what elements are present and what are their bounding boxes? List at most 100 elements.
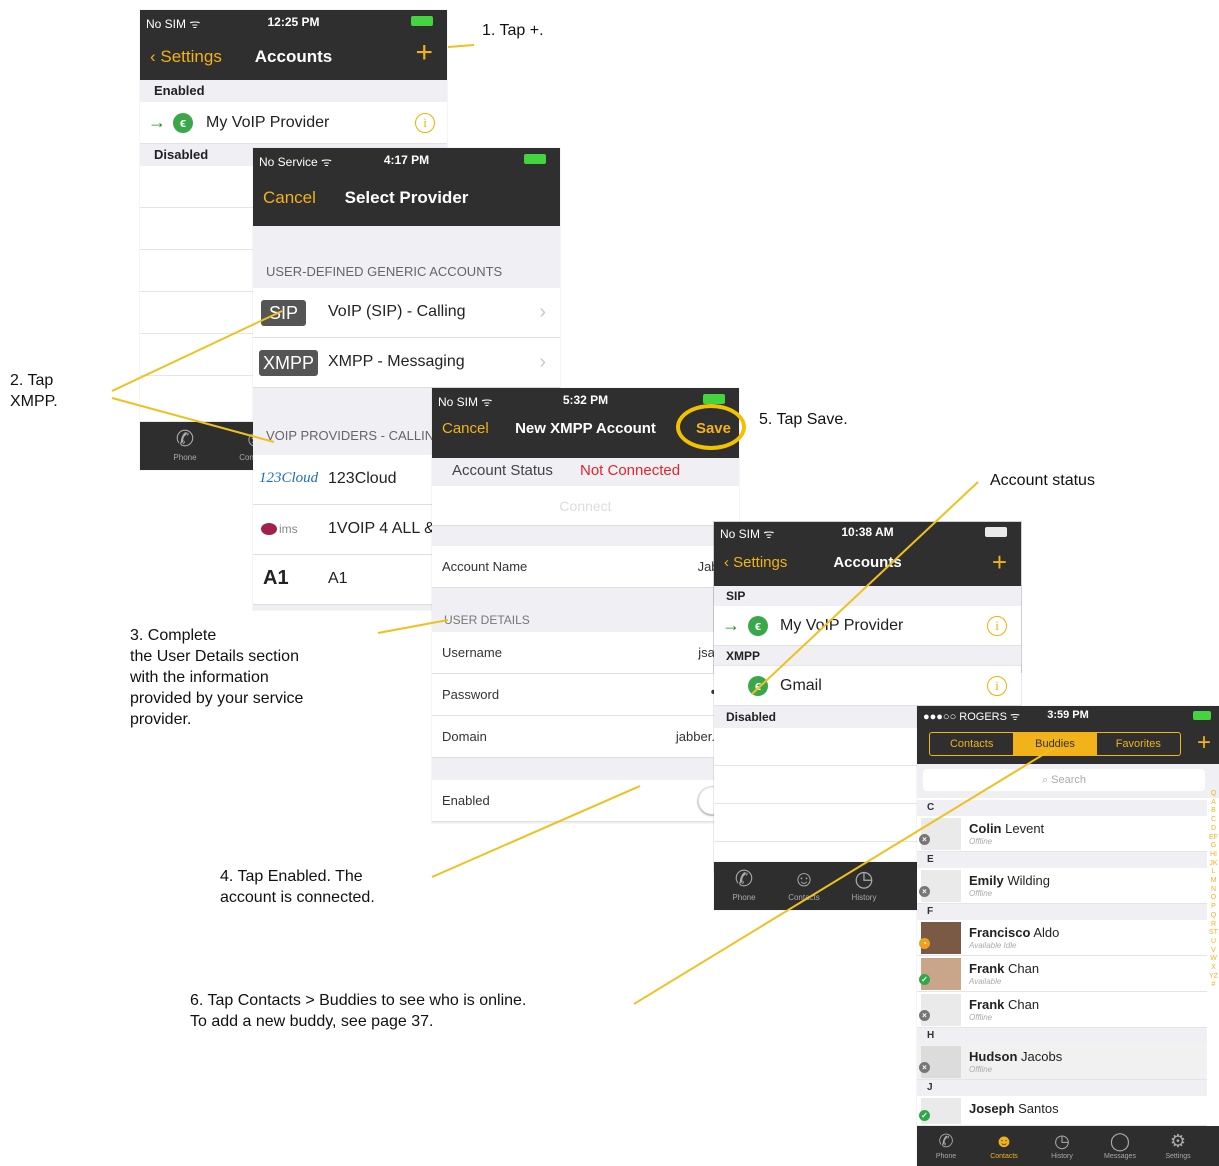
- buddy-row[interactable]: ✓ Joseph Santos: [917, 1096, 1207, 1126]
- account-name: My VoIP Provider: [206, 114, 330, 131]
- tab-phone[interactable]: ✆ Phone: [917, 1126, 975, 1166]
- buddy-row[interactable]: × Colin Levent Offline: [917, 816, 1207, 852]
- provider-logo-icon: [261, 523, 277, 535]
- callout-step6: 6. Tap Contacts > Buddies to see who is …: [190, 990, 526, 1032]
- page-title: Accounts: [833, 554, 902, 571]
- buddy-row[interactable]: ◔ Francisco Aldo Available Idle: [917, 920, 1207, 956]
- buddy-row[interactable]: × Hudson Jacobs Offline: [917, 1044, 1207, 1080]
- add-buddy-button[interactable]: +: [1197, 728, 1211, 758]
- search-icon: ⌕: [1041, 774, 1052, 786]
- screen-buddies: ●●●○○ ROGERS ᯤ 3:59 PM Contacts Buddies …: [917, 706, 1219, 1166]
- callout-line: the User Details section: [130, 648, 299, 665]
- group-letter: F: [917, 904, 1207, 920]
- buddy-row[interactable]: × Frank Chan Offline: [917, 992, 1207, 1028]
- add-account-button[interactable]: +: [415, 38, 433, 68]
- connect-label: Connect: [559, 498, 612, 514]
- account-row-xmpp[interactable]: ϵ Gmail i: [714, 666, 1021, 706]
- provider-row-sip[interactable]: SIP VoIP (SIP) - Calling ›: [253, 288, 560, 338]
- field-label: Username: [442, 645, 502, 660]
- clock-icon: ◷: [854, 866, 874, 891]
- tab-phone[interactable]: ✆ Phone: [150, 422, 220, 470]
- battery-icon: [985, 527, 1007, 537]
- segment-favorites[interactable]: Favorites: [1097, 733, 1180, 755]
- clock: 10:38 AM: [841, 525, 894, 539]
- phone-icon: ✆: [938, 1131, 954, 1151]
- segment-contacts[interactable]: Contacts: [930, 733, 1013, 755]
- section-xmpp: XMPP: [714, 646, 1021, 666]
- buddy-row[interactable]: × Emily Wilding Offline: [917, 868, 1207, 904]
- gear-icon: ⚙: [1169, 1131, 1187, 1151]
- section-user-details: USER DETAILS: [444, 613, 530, 627]
- provider-row-xmpp[interactable]: XMPP XMPP - Messaging ›: [253, 338, 560, 388]
- buddy-name: Hudson Jacobs: [969, 1049, 1062, 1064]
- account-name-field[interactable]: Account Name Jabbe: [432, 546, 739, 588]
- screen-accounts-real[interactable]: No SIM ᯤ 10:38 AM ‹ Settings Accounts + …: [714, 522, 1021, 680]
- field-label: Account Name: [442, 559, 528, 574]
- last-name: Jacobs: [1021, 1049, 1063, 1064]
- tab-label: Settings: [1165, 1153, 1191, 1160]
- alphabet-index[interactable]: QABCDEFGHIJKLMNOPQRSTUVWXYZ#: [1209, 790, 1218, 990]
- nav-bar: Cancel Select Provider: [253, 170, 560, 226]
- first-name: Francisco: [969, 925, 1031, 940]
- first-name: Joseph: [969, 1101, 1015, 1116]
- buddy-name: Colin Levent: [969, 821, 1044, 836]
- search-input[interactable]: ⌕ Search: [923, 769, 1205, 791]
- first-name: Colin: [969, 821, 1002, 836]
- account-row-sip[interactable]: → ϵ My VoIP Provider i: [714, 606, 1021, 646]
- tab-label: Contacts: [788, 893, 820, 902]
- provider-logo: A1: [263, 567, 289, 589]
- tab-label: Phone: [173, 453, 197, 462]
- last-name: Levent: [1005, 821, 1045, 836]
- buddy-name: Francisco Aldo: [969, 925, 1059, 940]
- provider-label: VoIP (SIP) - Calling: [328, 303, 466, 320]
- provider-logo: 123Cloud: [259, 470, 319, 486]
- active-arrow-icon: →: [148, 112, 166, 132]
- phone-icon: ✆: [734, 866, 754, 891]
- available-icon: ✓: [919, 1110, 930, 1121]
- nav-bar: ‹ Settings Accounts +: [140, 32, 447, 80]
- account-row[interactable]: → ϵ My VoIP Provider i: [140, 102, 447, 144]
- info-icon[interactable]: i: [987, 676, 1007, 696]
- clock: 5:32 PM: [562, 393, 609, 407]
- tab-contacts[interactable]: ☺ Contacts: [774, 862, 834, 910]
- buddy-row[interactable]: ✓ Frank Chan Available: [917, 956, 1207, 992]
- callout-line: 3. Complete: [130, 627, 217, 644]
- field-label: Password: [442, 687, 500, 702]
- domain-field[interactable]: Domain jabber.cor: [432, 716, 739, 758]
- chat-bubble-icon: ◯: [1109, 1131, 1131, 1151]
- tab-contacts[interactable]: ☻ Contacts: [975, 1126, 1033, 1166]
- first-name: Hudson: [969, 1049, 1018, 1064]
- tab-settings[interactable]: ⚙ Settings: [1149, 1126, 1207, 1166]
- provider-label: 1VOIP 4 ALL &: [328, 520, 435, 537]
- account-status-icon: ϵ: [748, 676, 768, 696]
- tab-label: Messages: [1104, 1153, 1136, 1160]
- clock-icon: ◷: [1054, 1131, 1070, 1151]
- first-name: Frank: [969, 961, 1005, 976]
- connect-button[interactable]: Connect: [432, 486, 739, 526]
- group-letter: E: [917, 852, 1207, 868]
- add-account-button[interactable]: +: [992, 547, 1007, 577]
- battery-icon: [524, 154, 546, 164]
- info-icon[interactable]: i: [415, 113, 435, 133]
- info-icon[interactable]: i: [987, 616, 1007, 636]
- tab-bar: ✆ Phone ☻ Contacts ◷ History ◯ Messages …: [917, 1126, 1219, 1166]
- account-status-label: Account Status: [452, 462, 553, 479]
- username-field[interactable]: Username jsanto: [432, 632, 739, 674]
- contacts-icon: ☻: [994, 1131, 1014, 1151]
- buddy-name: Frank Chan: [969, 997, 1039, 1012]
- tab-history[interactable]: ◷ History: [834, 862, 894, 910]
- tab-phone[interactable]: ✆ Phone: [714, 862, 774, 910]
- segment-buddies[interactable]: Buddies: [1013, 733, 1097, 755]
- section-spacer: [432, 758, 739, 780]
- section-spacer: USER DETAILS: [432, 588, 739, 632]
- tab-history[interactable]: ◷ History: [1033, 1126, 1091, 1166]
- status-bar: ●●●○○ ROGERS ᯤ 3:59 PM: [917, 706, 1219, 726]
- chevron-right-icon: ›: [539, 351, 546, 373]
- password-field[interactable]: Password ••••: [432, 674, 739, 716]
- first-name: Frank: [969, 997, 1005, 1012]
- provider-label: XMPP - Messaging: [328, 353, 465, 370]
- offline-icon: ×: [919, 886, 930, 897]
- battery-icon: [1193, 711, 1211, 720]
- tab-messages[interactable]: ◯ Messages: [1091, 1126, 1149, 1166]
- callout-line: XMPP.: [10, 393, 58, 410]
